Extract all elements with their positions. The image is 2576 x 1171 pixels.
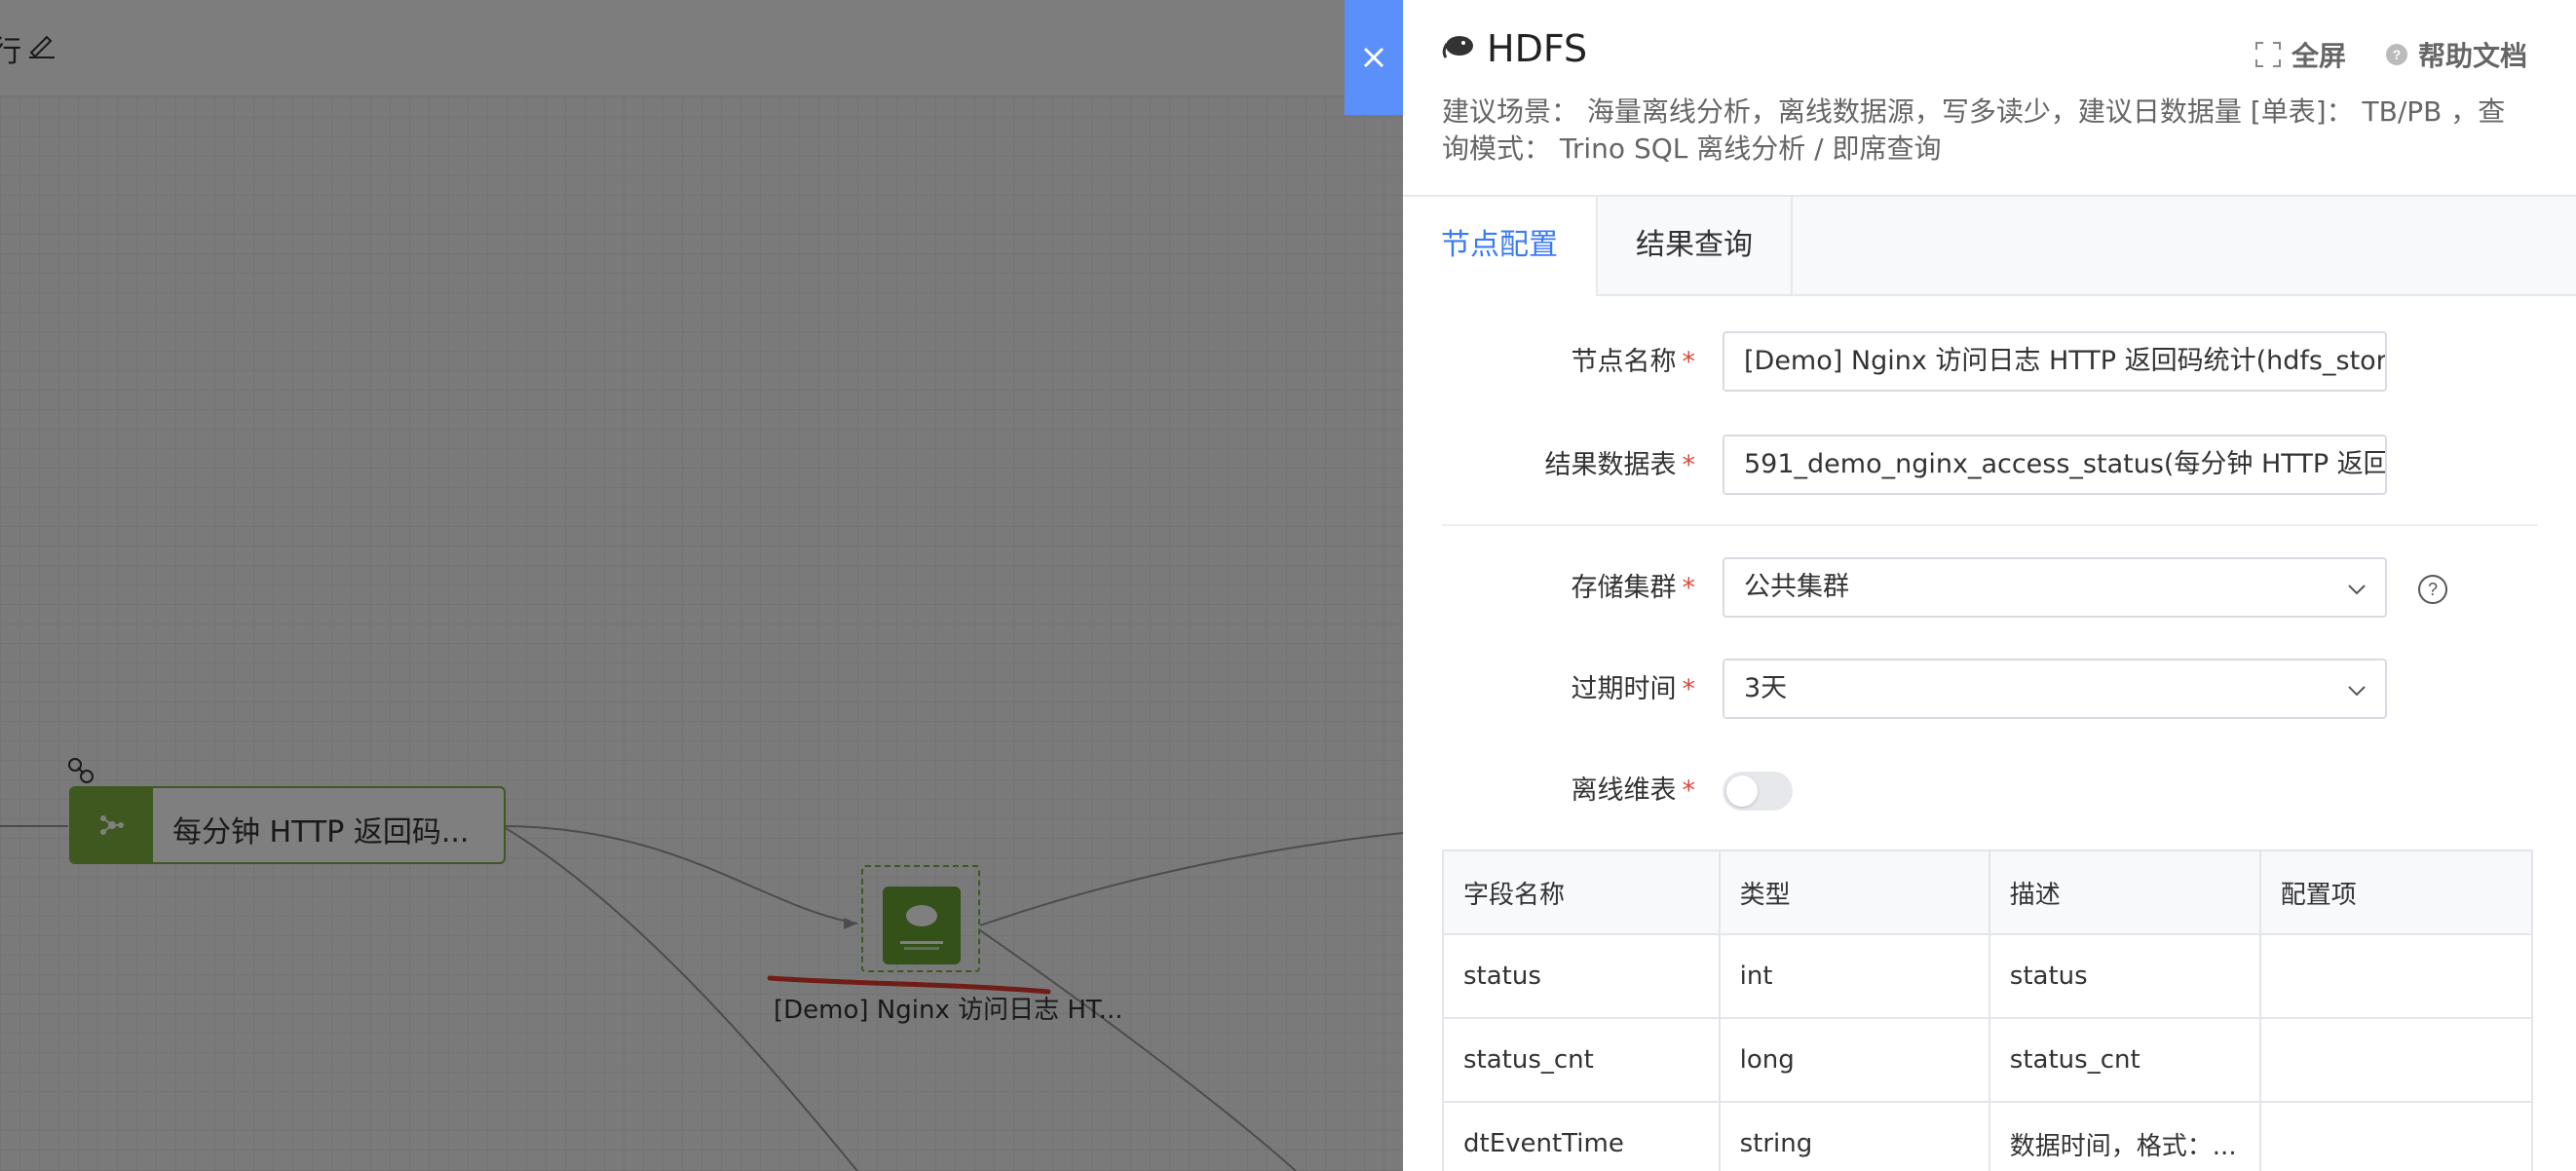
toggle-knob: [1726, 775, 1758, 807]
hdfs-elephant-icon: [1442, 27, 1475, 70]
overlay-mask[interactable]: [0, 0, 1403, 1171]
panel-title: HDFS: [1487, 27, 1588, 70]
cell-field-name: status: [1442, 933, 1721, 1019]
fullscreen-button[interactable]: 全屏: [2254, 35, 2346, 74]
cell-field-name: status_cnt: [1442, 1017, 1721, 1103]
tab-node-config[interactable]: 节点配置: [1403, 197, 1598, 296]
tab-result-query[interactable]: 结果查询: [1598, 197, 1793, 294]
cell-field-name: dtEventTime: [1442, 1101, 1721, 1171]
table-header-row: 字段名称 类型 描述 配置项: [1442, 850, 2534, 935]
panel-description: 建议场景： 海量离线分析，离线数据源，写多读少，建议日数据量 [单表]： TB/…: [1442, 95, 2506, 165]
table-row: status int status: [1442, 933, 2534, 1019]
node-name-input[interactable]: [Demo] Nginx 访问日志 HTTP 返回码统计(hdfs_storag…: [1723, 331, 2387, 392]
svg-text:?: ?: [2428, 580, 2438, 599]
fullscreen-icon: [2254, 42, 2281, 67]
cell-config: [2258, 1017, 2534, 1103]
help-doc-button[interactable]: ? 帮助文档: [2385, 35, 2527, 74]
chevron-down-icon: [2348, 585, 2366, 595]
cell-description: 数据时间，格式：...: [1988, 1101, 2261, 1171]
cell-config: [2258, 933, 2534, 1019]
node-name-label: 节点名称 *: [1571, 347, 1696, 377]
form-row-cluster: 存储集群 * 公共集群 ?: [1442, 557, 2514, 620]
cluster-select[interactable]: 公共集群: [1723, 557, 2387, 618]
expire-value: 3天: [1744, 673, 1788, 703]
panel-title-group: HDFS: [1442, 27, 1587, 70]
flow-canvas[interactable]: 行 每分钟 HTTP 返回码... [Demo] Nginx 访: [0, 0, 1403, 1171]
help-doc-label: 帮助文档: [2417, 40, 2527, 72]
close-panel-button[interactable]: [1345, 0, 1403, 115]
svg-text:?: ?: [2393, 47, 2402, 62]
panel-actions: 全屏 ? 帮助文档: [2254, 35, 2527, 74]
col-header-type: 类型: [1718, 850, 1990, 935]
table-row: status_cnt long status_cnt: [1442, 1017, 2534, 1103]
offline-dim-toggle[interactable]: [1723, 772, 1793, 811]
result-table-input[interactable]: 591_demo_nginx_access_status(每分钟 HTTP 返回…: [1723, 434, 2387, 495]
chevron-down-icon: [2348, 686, 2366, 697]
col-header-field-name: 字段名称: [1442, 850, 1721, 935]
panel-tabs: 节点配置 结果查询: [1403, 195, 2576, 296]
cell-type: string: [1718, 1101, 1990, 1171]
cell-type: int: [1718, 933, 1990, 1019]
node-config-panel: HDFS 全屏 ? 帮助文档 建议场景： 海量离线分析，离线数据源，写多读少，建…: [1403, 0, 2576, 1171]
question-icon[interactable]: ?: [2416, 573, 2449, 606]
form-divider: [1442, 524, 2537, 526]
expire-select[interactable]: 3天: [1723, 659, 2387, 719]
cluster-value: 公共集群: [1744, 572, 1849, 602]
cell-type: long: [1718, 1017, 1990, 1103]
cluster-label: 存储集群 *: [1571, 573, 1696, 603]
fullscreen-label: 全屏: [2291, 40, 2346, 72]
table-row: dtEventTime string 数据时间，格式：...: [1442, 1101, 2534, 1171]
cell-description: status: [1988, 933, 2261, 1019]
close-icon: [1363, 47, 1384, 68]
cell-description: status_cnt: [1988, 1017, 2261, 1103]
col-header-description: 描述: [1988, 850, 2261, 935]
help-circle-icon: ?: [2385, 44, 2407, 65]
col-header-config: 配置项: [2258, 850, 2534, 935]
expire-label: 过期时间 *: [1571, 674, 1696, 704]
cell-config: [2258, 1101, 2534, 1171]
result-table-label: 结果数据表 *: [1544, 450, 1696, 480]
fields-table: 字段名称 类型 描述 配置项 status int status status_…: [1442, 850, 2534, 1171]
offline-dim-label: 离线维表 *: [1571, 775, 1696, 806]
